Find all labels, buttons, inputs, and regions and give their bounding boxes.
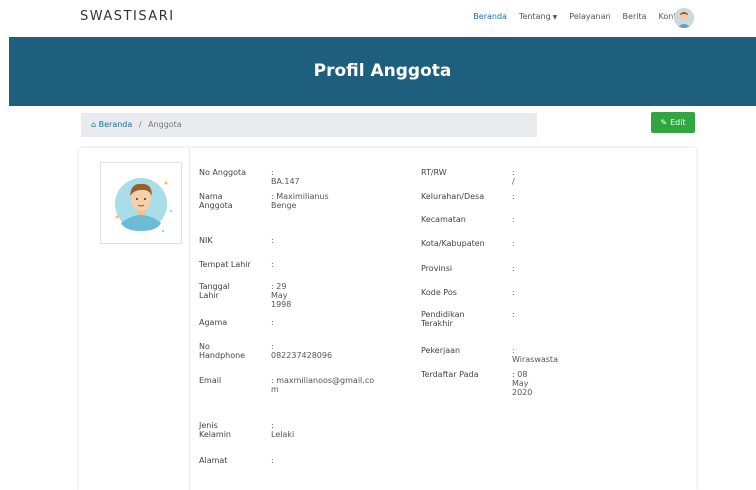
field-label: Kecamatan [421, 215, 466, 224]
profile-card: No Anggota : BA.147 Nama Anggota : Maxim… [79, 148, 696, 490]
profile-photo [100, 162, 182, 244]
user-avatar[interactable] [674, 8, 694, 28]
page-header-banner: Profil Anggota [9, 37, 756, 106]
field-value: : [512, 310, 515, 319]
field-value: : 082237428096 [271, 342, 333, 360]
nav-item-tentang-label: Tentang [518, 12, 551, 21]
field-value: : [512, 288, 515, 297]
field-value: : Wiraswasta [512, 346, 558, 364]
field-value: : maxmilianoos@gmail.com [271, 376, 375, 394]
breadcrumb-home-label: Beranda [98, 120, 133, 129]
field-value: : [512, 215, 515, 224]
edit-button-label: Edit [670, 118, 686, 127]
field-value: : [512, 192, 515, 201]
field-label: Tanggal Lahir [199, 282, 230, 300]
nav-item-pelayanan[interactable]: Pelayanan [569, 12, 610, 21]
breadcrumb-current: Anggota [148, 120, 182, 129]
field-label: No Anggota [199, 168, 247, 177]
field-value: : [271, 260, 274, 269]
field-value: : 08 May 2020 [512, 370, 533, 397]
field-label: Kode Pos [421, 288, 457, 297]
field-value: : / [512, 168, 515, 186]
chevron-down-icon: ▼ [552, 14, 558, 21]
home-icon: ⌂ [91, 120, 97, 129]
column-divider [189, 148, 190, 490]
field-label: Jenis Kelamin [199, 421, 231, 439]
field-value: : Maximilianus Benge [271, 192, 329, 210]
field-label: Pekerjaan [421, 346, 461, 355]
nav-item-berita[interactable]: Berita [623, 12, 647, 21]
navbar: SWASTISARI Beranda Tentang ▼ Pelayanan Be… [0, 0, 756, 37]
breadcrumb: ⌂ Beranda / Anggota [81, 113, 537, 137]
field-label: Agama [199, 318, 228, 327]
field-label: Pendidikan Terakhir [421, 310, 465, 328]
nav-menu: Beranda Tentang ▼ Pelayanan Berita Kontak [461, 12, 686, 21]
field-label: NIK [199, 236, 213, 245]
breadcrumb-separator: / [138, 120, 142, 129]
breadcrumb-home[interactable]: ⌂ Beranda [91, 120, 132, 129]
field-label: Nama Anggota [199, 192, 233, 210]
field-label: Terdaftar Pada [421, 370, 479, 379]
field-value: : [512, 239, 515, 248]
field-value: : Lelaki [271, 421, 295, 439]
field-label: Alamat [199, 456, 228, 465]
avatar-icon [674, 8, 694, 28]
field-label: RT/RW [421, 168, 447, 177]
field-label: No Handphone [199, 342, 246, 360]
field-value: : [271, 318, 274, 327]
field-value: : [512, 264, 515, 273]
field-value: : BA.147 [271, 168, 300, 186]
field-label: Provinsi [421, 264, 453, 273]
edit-button[interactable]: ✎ Edit [651, 112, 695, 133]
field-value: : [271, 236, 274, 245]
field-label: Kota/Kabupaten [421, 239, 485, 248]
field-value: : 29 May 1998 [271, 282, 292, 309]
field-label: Tempat Lahir [199, 260, 251, 269]
nav-item-beranda[interactable]: Beranda [473, 12, 507, 21]
member-avatar-icon [115, 178, 172, 232]
field-label: Email [199, 376, 222, 385]
field-value: : [271, 456, 274, 465]
pencil-icon: ✎ [660, 118, 668, 127]
page-title: Profil Anggota [313, 61, 452, 81]
brand-logo[interactable]: SWASTISARI [80, 9, 175, 24]
field-label: Kelurahan/Desa [421, 192, 485, 201]
nav-item-tentang[interactable]: Tentang ▼ [519, 12, 557, 21]
